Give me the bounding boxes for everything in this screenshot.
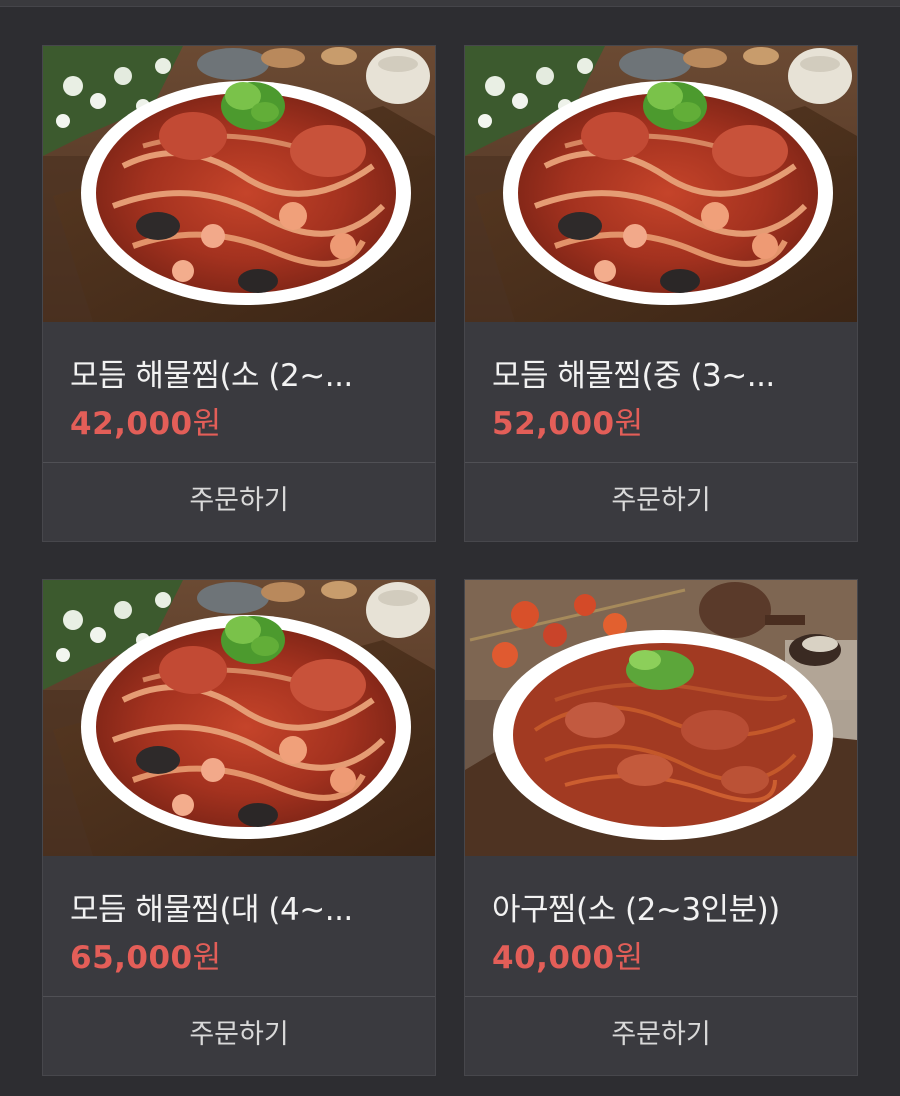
- menu-card[interactable]: 모듬 해물찜(대 (4~... 65,000원 주문하기: [42, 579, 436, 1076]
- agujjim-photo: [465, 580, 857, 856]
- seafood-jjim-photo: [465, 46, 857, 322]
- order-button[interactable]: 주문하기: [43, 996, 435, 1075]
- price-value: 65,000: [70, 940, 193, 976]
- order-button[interactable]: 주문하기: [465, 996, 857, 1075]
- item-name: 모듬 해물찜(중 (3~...: [492, 358, 775, 394]
- food-photo[interactable]: [465, 580, 857, 856]
- food-photo[interactable]: [43, 580, 435, 856]
- price-value: 42,000: [70, 406, 193, 442]
- food-photo[interactable]: [465, 46, 857, 322]
- seafood-jjim-photo: [43, 580, 435, 856]
- price-currency: 원: [614, 940, 644, 976]
- menu-card[interactable]: 모듬 해물찜(중 (3~... 52,000원 주문하기: [464, 45, 858, 542]
- price-value: 52,000: [492, 406, 615, 442]
- menu-card[interactable]: 모듬 해물찜(소 (2~... 42,000원 주문하기: [42, 45, 436, 542]
- item-name: 모듬 해물찜(대 (4~...: [70, 892, 353, 928]
- item-name: 아구찜(소 (2~3인분)): [492, 892, 780, 928]
- item-name: 모듬 해물찜(소 (2~...: [70, 358, 353, 394]
- price-currency: 원: [614, 406, 644, 442]
- order-button[interactable]: 주문하기: [465, 462, 857, 541]
- price-currency: 원: [192, 406, 222, 442]
- item-price: 52,000원: [492, 398, 644, 443]
- price-value: 40,000: [492, 940, 615, 976]
- item-info: 모듬 해물찜(중 (3~... 52,000원: [465, 322, 857, 462]
- menu-grid: 모듬 해물찜(소 (2~... 42,000원 주문하기 모듬 해물찜(중 (3…: [0, 0, 900, 1096]
- price-currency: 원: [192, 940, 222, 976]
- menu-card[interactable]: 아구찜(소 (2~3인분)) 40,000원 주문하기: [464, 579, 858, 1076]
- item-info: 아구찜(소 (2~3인분)) 40,000원: [465, 856, 857, 996]
- food-photo[interactable]: [43, 46, 435, 322]
- item-info: 모듬 해물찜(소 (2~... 42,000원: [43, 322, 435, 462]
- item-price: 40,000원: [492, 932, 644, 977]
- seafood-jjim-photo: [43, 46, 435, 322]
- item-price: 42,000원: [70, 398, 222, 443]
- item-price: 65,000원: [70, 932, 222, 977]
- order-button[interactable]: 주문하기: [43, 462, 435, 541]
- item-info: 모듬 해물찜(대 (4~... 65,000원: [43, 856, 435, 996]
